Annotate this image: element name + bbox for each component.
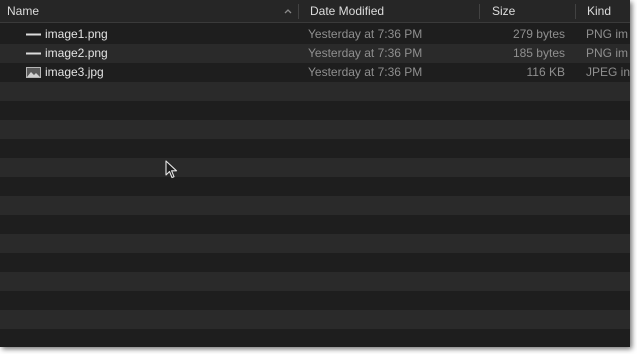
mouse-pointer-icon <box>165 160 178 179</box>
file-kind: PNG im <box>586 27 628 41</box>
file-size: 185 bytes <box>512 46 565 60</box>
file-kind: JPEG in <box>586 65 630 79</box>
empty-row <box>0 82 630 101</box>
column-header-kind[interactable]: Kind <box>587 0 630 22</box>
column-divider[interactable] <box>298 4 299 19</box>
file-row[interactable]: image2.png Yesterday at 7:36 PM 185 byte… <box>0 44 630 63</box>
empty-row <box>0 215 630 234</box>
column-divider[interactable] <box>479 4 480 19</box>
file-row[interactable]: image3.jpg Yesterday at 7:36 PM 116 KB J… <box>0 63 630 82</box>
empty-row <box>0 158 630 177</box>
file-date-modified: Yesterday at 7:36 PM <box>308 46 423 60</box>
empty-row <box>0 196 630 215</box>
empty-row <box>0 310 630 329</box>
file-list: image1.png Yesterday at 7:36 PM 279 byte… <box>0 23 630 347</box>
empty-row <box>0 234 630 253</box>
file-name: image1.png <box>45 27 108 41</box>
file-name: image3.jpg <box>45 65 104 79</box>
empty-row <box>0 291 630 310</box>
empty-row <box>0 329 630 347</box>
column-header-date-modified[interactable]: Date Modified <box>310 0 475 22</box>
image-thumbnail-icon <box>26 67 41 78</box>
empty-row <box>0 253 630 272</box>
file-size: 279 bytes <box>512 27 565 41</box>
column-header-name[interactable]: Name <box>7 0 277 22</box>
finder-window: Name Date Modified Size Kind image1.png … <box>0 0 630 347</box>
line-thumbnail-icon <box>26 33 41 36</box>
file-size: 116 KB <box>526 65 565 79</box>
file-date-modified: Yesterday at 7:36 PM <box>308 27 423 41</box>
column-header-size[interactable]: Size <box>492 0 572 22</box>
file-row[interactable]: image1.png Yesterday at 7:36 PM 279 byte… <box>0 25 630 44</box>
empty-row <box>0 120 630 139</box>
file-name: image2.png <box>45 46 108 60</box>
column-header-bar: Name Date Modified Size Kind <box>0 0 630 23</box>
chevron-up-icon[interactable] <box>283 6 293 16</box>
empty-row <box>0 272 630 291</box>
empty-row <box>0 177 630 196</box>
line-thumbnail-icon <box>26 52 41 55</box>
column-divider[interactable] <box>575 4 576 19</box>
empty-row <box>0 101 630 120</box>
file-kind: PNG im <box>586 46 628 60</box>
file-date-modified: Yesterday at 7:36 PM <box>308 65 423 79</box>
empty-row <box>0 139 630 158</box>
